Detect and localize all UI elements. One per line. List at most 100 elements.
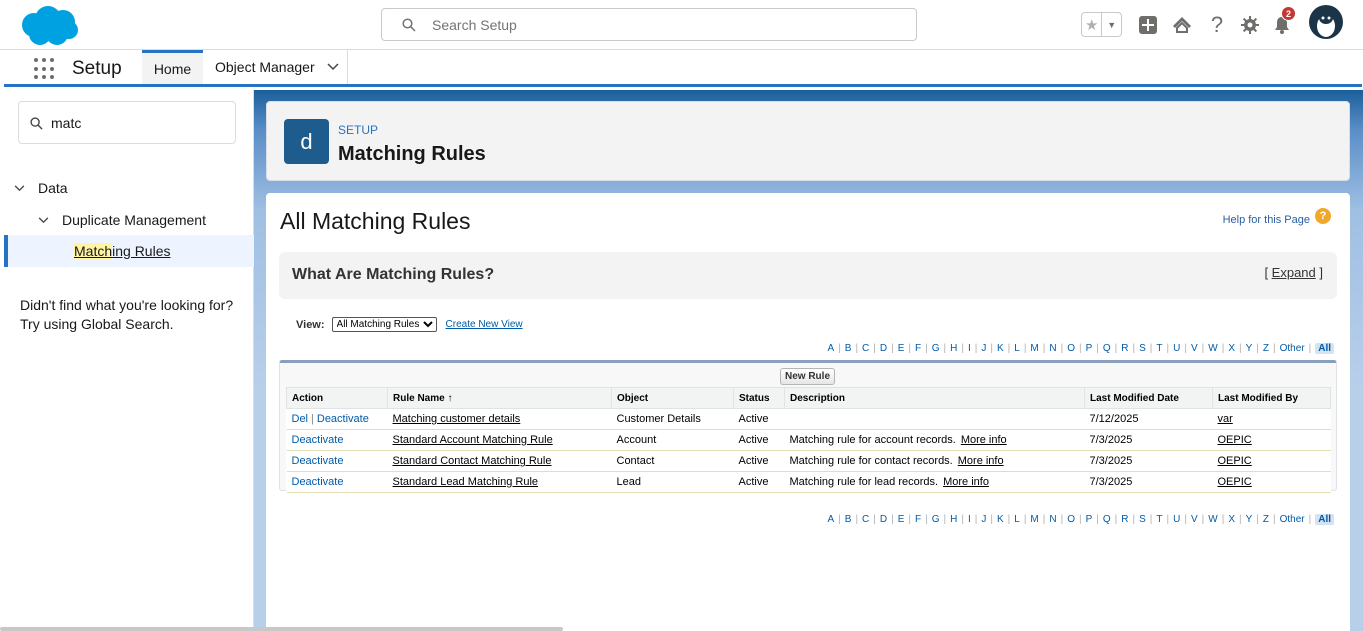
alphabet-filter-w[interactable]: W [1208, 343, 1217, 354]
alphabet-filter-b[interactable]: B [845, 514, 852, 525]
alphabet-filter-z[interactable]: Z [1263, 343, 1269, 354]
new-rule-button[interactable]: New Rule [780, 368, 836, 385]
alphabet-filter-a[interactable]: A [827, 343, 834, 354]
alphabet-filter-f[interactable]: F [915, 514, 921, 525]
alphabet-filter-c[interactable]: C [862, 343, 869, 354]
column-header-rule-name[interactable]: Rule Name ↑ [387, 387, 612, 409]
alphabet-filter-m[interactable]: M [1030, 343, 1038, 354]
quick-find-input[interactable] [51, 114, 221, 132]
alphabet-filter-other[interactable]: Other [1280, 514, 1305, 525]
more-info-link[interactable]: More info [961, 434, 1007, 446]
alphabet-filter-k[interactable]: K [997, 343, 1004, 354]
alphabet-filter-y[interactable]: Y [1246, 514, 1253, 525]
alphabet-filter-d[interactable]: D [880, 514, 887, 525]
plus-icon[interactable] [1136, 12, 1160, 38]
alphabet-filter-all[interactable]: All [1315, 343, 1334, 354]
alphabet-filter-t[interactable]: T [1156, 343, 1162, 354]
alphabet-filter-x[interactable]: X [1228, 343, 1235, 354]
alphabet-filter-m[interactable]: M [1030, 514, 1038, 525]
alphabet-filter-q[interactable]: Q [1103, 343, 1111, 354]
help-for-this-page-link[interactable]: Help for this Page [1223, 214, 1310, 226]
trailhead-icon[interactable] [1170, 12, 1194, 38]
alphabet-filter-j[interactable]: J [981, 514, 986, 525]
user-link[interactable]: var [1218, 413, 1233, 425]
view-select[interactable]: All Matching Rules [331, 317, 437, 332]
column-header-last-modified-date[interactable]: Last Modified Date [1084, 387, 1213, 409]
alphabet-filter-k[interactable]: K [997, 514, 1004, 525]
chevron-down-icon[interactable] [327, 63, 339, 71]
alphabet-filter-i[interactable]: I [968, 514, 971, 525]
column-header-last-modified-by[interactable]: Last Modified By [1212, 387, 1331, 409]
alphabet-filter-e[interactable]: E [898, 343, 905, 354]
alphabet-filter-other[interactable]: Other [1280, 343, 1305, 354]
alphabet-filter-u[interactable]: U [1173, 514, 1180, 525]
alphabet-filter-f[interactable]: F [915, 343, 921, 354]
horizontal-scrollbar[interactable] [0, 627, 563, 631]
setup-search-box[interactable] [381, 8, 917, 41]
setup-search-input[interactable] [432, 15, 892, 35]
alphabet-filter-w[interactable]: W [1208, 514, 1217, 525]
app-launcher-icon[interactable] [34, 58, 56, 80]
alphabet-filter-o[interactable]: O [1067, 514, 1075, 525]
alphabet-filter-e[interactable]: E [898, 514, 905, 525]
alphabet-filter-p[interactable]: P [1086, 343, 1093, 354]
alphabet-filter-g[interactable]: G [932, 514, 940, 525]
alphabet-filter-v[interactable]: V [1191, 514, 1198, 525]
user-link[interactable]: OEPIC [1218, 455, 1252, 467]
chevron-down-icon[interactable] [38, 216, 52, 224]
alphabet-filter-h[interactable]: H [950, 514, 957, 525]
tree-link-matching-rules[interactable]: Matching Rules [74, 243, 171, 259]
alphabet-filter-s[interactable]: S [1139, 343, 1146, 354]
alphabet-filter-p[interactable]: P [1086, 514, 1093, 525]
quick-find-box[interactable] [18, 101, 236, 144]
rule-name-link[interactable]: Standard Account Matching Rule [393, 434, 553, 446]
alphabet-filter-r[interactable]: R [1121, 343, 1128, 354]
alphabet-filter-b[interactable]: B [845, 343, 852, 354]
alphabet-filter-x[interactable]: X [1228, 514, 1235, 525]
alphabet-filter-j[interactable]: J [981, 343, 986, 354]
expand-link[interactable]: Expand [1272, 265, 1316, 280]
column-header-status[interactable]: Status [733, 387, 785, 409]
tree-item-duplicate-management[interactable]: Duplicate Management [38, 212, 206, 228]
chevron-down-icon[interactable] [14, 184, 28, 192]
rule-name-link[interactable]: Standard Lead Matching Rule [393, 476, 539, 488]
user-link[interactable]: OEPIC [1218, 434, 1252, 446]
column-header-object[interactable]: Object [611, 387, 734, 409]
create-new-view-link[interactable]: Create New View [446, 319, 523, 330]
salesforce-cloud-logo[interactable] [18, 5, 80, 47]
alphabet-filter-d[interactable]: D [880, 343, 887, 354]
alphabet-filter-h[interactable]: H [950, 343, 957, 354]
rule-name-link[interactable]: Standard Contact Matching Rule [393, 455, 552, 467]
alphabet-filter-i[interactable]: I [968, 343, 971, 354]
alphabet-filter-l[interactable]: L [1014, 514, 1020, 525]
more-info-link[interactable]: More info [958, 455, 1004, 467]
alphabet-filter-c[interactable]: C [862, 514, 869, 525]
alphabet-filter-y[interactable]: Y [1246, 343, 1253, 354]
column-header-description[interactable]: Description [784, 387, 1085, 409]
tab-home[interactable]: Home [142, 50, 203, 84]
help-icon[interactable]: ? [1205, 12, 1229, 38]
alphabet-filter-all[interactable]: All [1315, 514, 1334, 525]
chevron-down-icon[interactable]: ▼ [1102, 13, 1121, 36]
deactivate-link[interactable]: Deactivate [292, 476, 344, 488]
alphabet-filter-o[interactable]: O [1067, 343, 1075, 354]
star-icon[interactable]: ★ [1082, 13, 1103, 36]
alphabet-filter-t[interactable]: T [1156, 514, 1162, 525]
tree-item-data[interactable]: Data [14, 180, 68, 196]
rule-name-link[interactable]: Matching customer details [393, 413, 521, 425]
tree-item-matching-rules[interactable]: Matching Rules [4, 235, 254, 267]
user-link[interactable]: OEPIC [1218, 476, 1252, 488]
more-info-link[interactable]: More info [943, 476, 989, 488]
del-link[interactable]: Del [292, 413, 309, 425]
alphabet-filter-r[interactable]: R [1121, 514, 1128, 525]
alphabet-filter-s[interactable]: S [1139, 514, 1146, 525]
alphabet-filter-v[interactable]: V [1191, 343, 1198, 354]
alphabet-filter-n[interactable]: N [1049, 343, 1056, 354]
gear-icon[interactable] [1238, 12, 1262, 38]
alphabet-filter-g[interactable]: G [932, 343, 940, 354]
deactivate-link[interactable]: Deactivate [292, 455, 344, 467]
alphabet-filter-l[interactable]: L [1014, 343, 1020, 354]
deactivate-link[interactable]: Deactivate [317, 413, 369, 425]
alphabet-filter-q[interactable]: Q [1103, 514, 1111, 525]
alphabet-filter-a[interactable]: A [827, 514, 834, 525]
